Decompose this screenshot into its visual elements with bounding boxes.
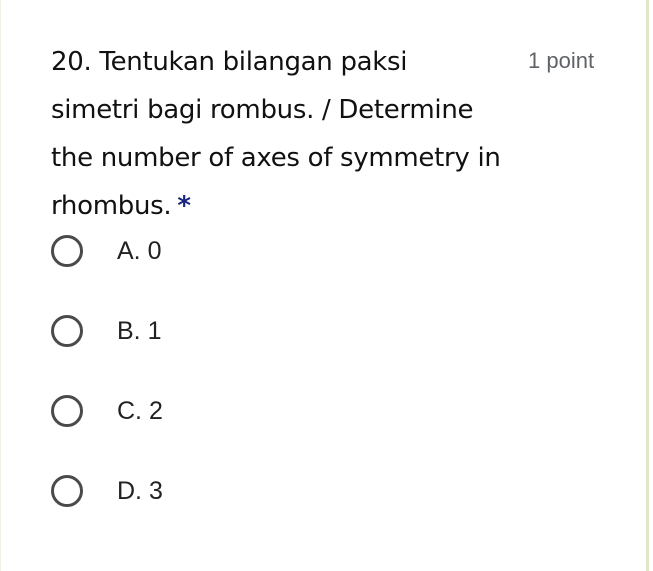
option-label[interactable]: A. 0: [117, 230, 161, 272]
question-card: 20. Tentukan bilangan paksi simetri bagi…: [0, 0, 649, 571]
question-text: 20. Tentukan bilangan paksi simetri bagi…: [51, 47, 501, 221]
option-c[interactable]: C. 2: [51, 390, 451, 470]
radio-button-icon[interactable]: [51, 315, 83, 347]
required-asterisk: *: [177, 191, 191, 221]
option-label[interactable]: C. 2: [117, 390, 163, 432]
question-title: 20. Tentukan bilangan paksi simetri bagi…: [51, 38, 501, 230]
radio-button-icon[interactable]: [51, 395, 83, 427]
option-label[interactable]: B. 1: [117, 310, 161, 352]
options-list: A. 0 B. 1 C. 2 D. 3: [51, 230, 451, 550]
option-d[interactable]: D. 3: [51, 470, 451, 550]
option-label[interactable]: D. 3: [117, 470, 163, 512]
radio-button-icon[interactable]: [51, 235, 83, 267]
option-b[interactable]: B. 1: [51, 310, 451, 390]
points-label: 1 point: [528, 48, 595, 73]
option-a[interactable]: A. 0: [51, 230, 451, 310]
radio-button-icon[interactable]: [51, 475, 83, 507]
